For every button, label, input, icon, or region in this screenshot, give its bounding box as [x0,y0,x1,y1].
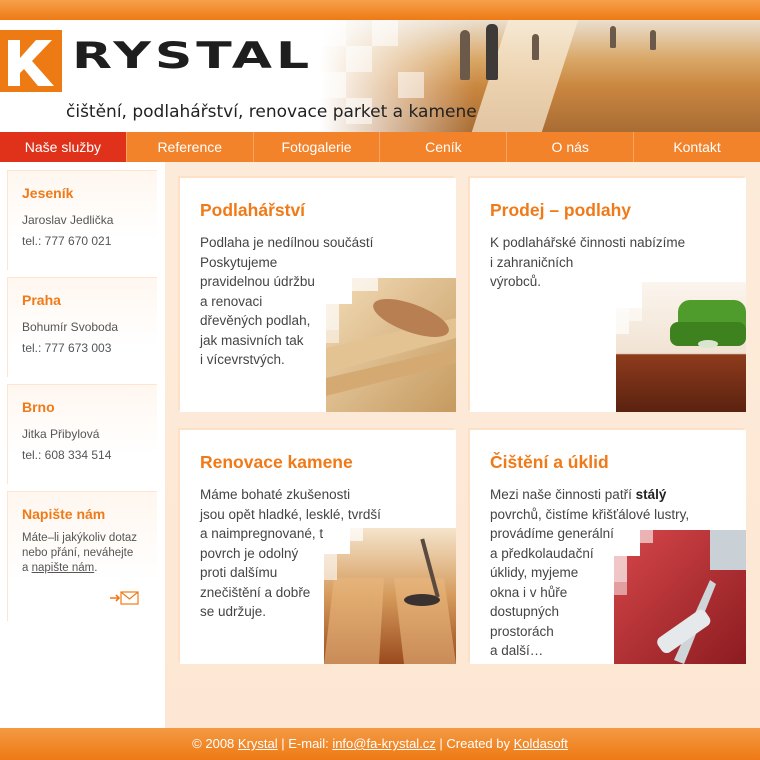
logo-mark[interactable] [0,30,62,92]
main-nav: Naše služby Reference Fotogalerie Ceník … [0,132,760,162]
footer-creator-link[interactable]: Koldasoft [514,736,568,751]
contact-phone: tel.: 777 673 003 [22,341,112,355]
wood-flooring-image [326,278,456,412]
service-title[interactable]: Čištění a úklid [490,452,609,473]
nav-item-contact[interactable]: Kontakt [634,132,760,162]
contact-name: Bohumír Svoboda [22,320,119,334]
write-us-prefix: a [22,562,32,574]
header: RYSTAL čištění, podlahářství, renovace p… [0,20,760,132]
service-card-flooring[interactable]: Podlahářství Podlaha je nedílnou součást… [180,178,456,412]
write-us-line: nebo přání, neváhejte [22,547,134,559]
tagline: čištění, podlahářství, renovace parket a… [66,102,477,122]
nav-item-pricelist[interactable]: Ceník [380,132,508,162]
footer-email-link[interactable]: info@fa-krystal.cz [332,736,436,751]
footer-created-label: | Created by [435,736,514,751]
sofa-floor-image [616,282,746,412]
write-us-title: Napište nám [22,506,106,522]
service-line: povrchů, čistíme křišťálové lustry, [490,506,690,522]
footer: © 2008 Krystal | E-mail: info@fa-krystal… [0,728,760,760]
footer-email-label: | E-mail: [277,736,333,751]
sidebar: Jeseník Jaroslav Jedlička tel.: 777 670 … [0,162,165,728]
service-line-bold: stálý [635,487,667,502]
service-line-prefix: Mezi naše činnosti patří [490,487,636,502]
service-line: i zahraničních [490,254,574,270]
carpet-vacuum-image [614,530,746,664]
service-line: Podlaha je nedílnou součástí [200,235,374,250]
service-title[interactable]: Prodej – podlahy [490,200,631,221]
write-us-text: Máte–li jakýkoliv dotaz nebo přání, nevá… [22,531,157,576]
service-line: jsou opět hladké, lesklé, tvrdší [200,506,381,522]
main-content: Podlahářství Podlaha je nedílnou součást… [165,162,760,728]
contact-city: Jeseník [22,185,74,201]
service-title[interactable]: Podlahářství [200,200,305,221]
nav-item-references[interactable]: Reference [127,132,254,162]
logo-k-icon [8,40,54,86]
envelope-arrow-icon[interactable] [110,590,140,606]
service-line: Poskytujeme [200,254,278,270]
write-us-box: Napište nám Máte–li jakýkoliv dotaz nebo… [7,491,157,621]
contact-phone: tel.: 608 334 514 [22,448,112,462]
contact-box-brno: Brno Jitka Přibylová tel.: 608 334 514 [7,384,157,484]
service-card-cleaning[interactable]: Čištění a úklid Mezi naše činnosti patří… [470,430,746,664]
footer-brand-link[interactable]: Krystal [238,736,278,751]
contact-city: Brno [22,399,55,415]
write-us-line: a napište nám. [22,561,157,576]
contact-city: Praha [22,292,61,308]
write-us-line: Máte–li jakýkoliv dotaz [22,532,138,544]
service-line: Mezi naše činnosti patří stálý [490,485,689,505]
service-title[interactable]: Renovace kamene [200,452,353,473]
contact-box-praha: Praha Bohumír Svoboda tel.: 777 673 003 [7,277,157,377]
footer-copyright: © 2008 [192,736,238,751]
service-card-sales[interactable]: Prodej – podlahy K podlahářské činnosti … [470,178,746,412]
nav-item-services[interactable]: Naše služby [0,132,127,162]
nav-item-about[interactable]: O nás [507,132,635,162]
stone-polishing-image [324,528,456,664]
service-line: K podlahářské činnosti nabízíme [490,235,686,250]
top-bar [0,0,760,20]
logo-text[interactable]: RYSTAL [72,38,313,74]
write-us-suffix: . [94,562,98,574]
contact-name: Jitka Přibylová [22,427,100,441]
contact-phone: tel.: 777 670 021 [22,234,112,248]
nav-item-gallery[interactable]: Fotogalerie [254,132,381,162]
service-line: Máme bohaté zkušenosti [200,487,351,502]
service-card-stone[interactable]: Renovace kamene Máme bohaté zkušenosti j… [180,430,456,664]
contact-name: Jaroslav Jedlička [22,213,114,227]
write-us-link[interactable]: napište nám [32,562,95,574]
contact-box-jesenik: Jeseník Jaroslav Jedlička tel.: 777 670 … [7,170,157,270]
